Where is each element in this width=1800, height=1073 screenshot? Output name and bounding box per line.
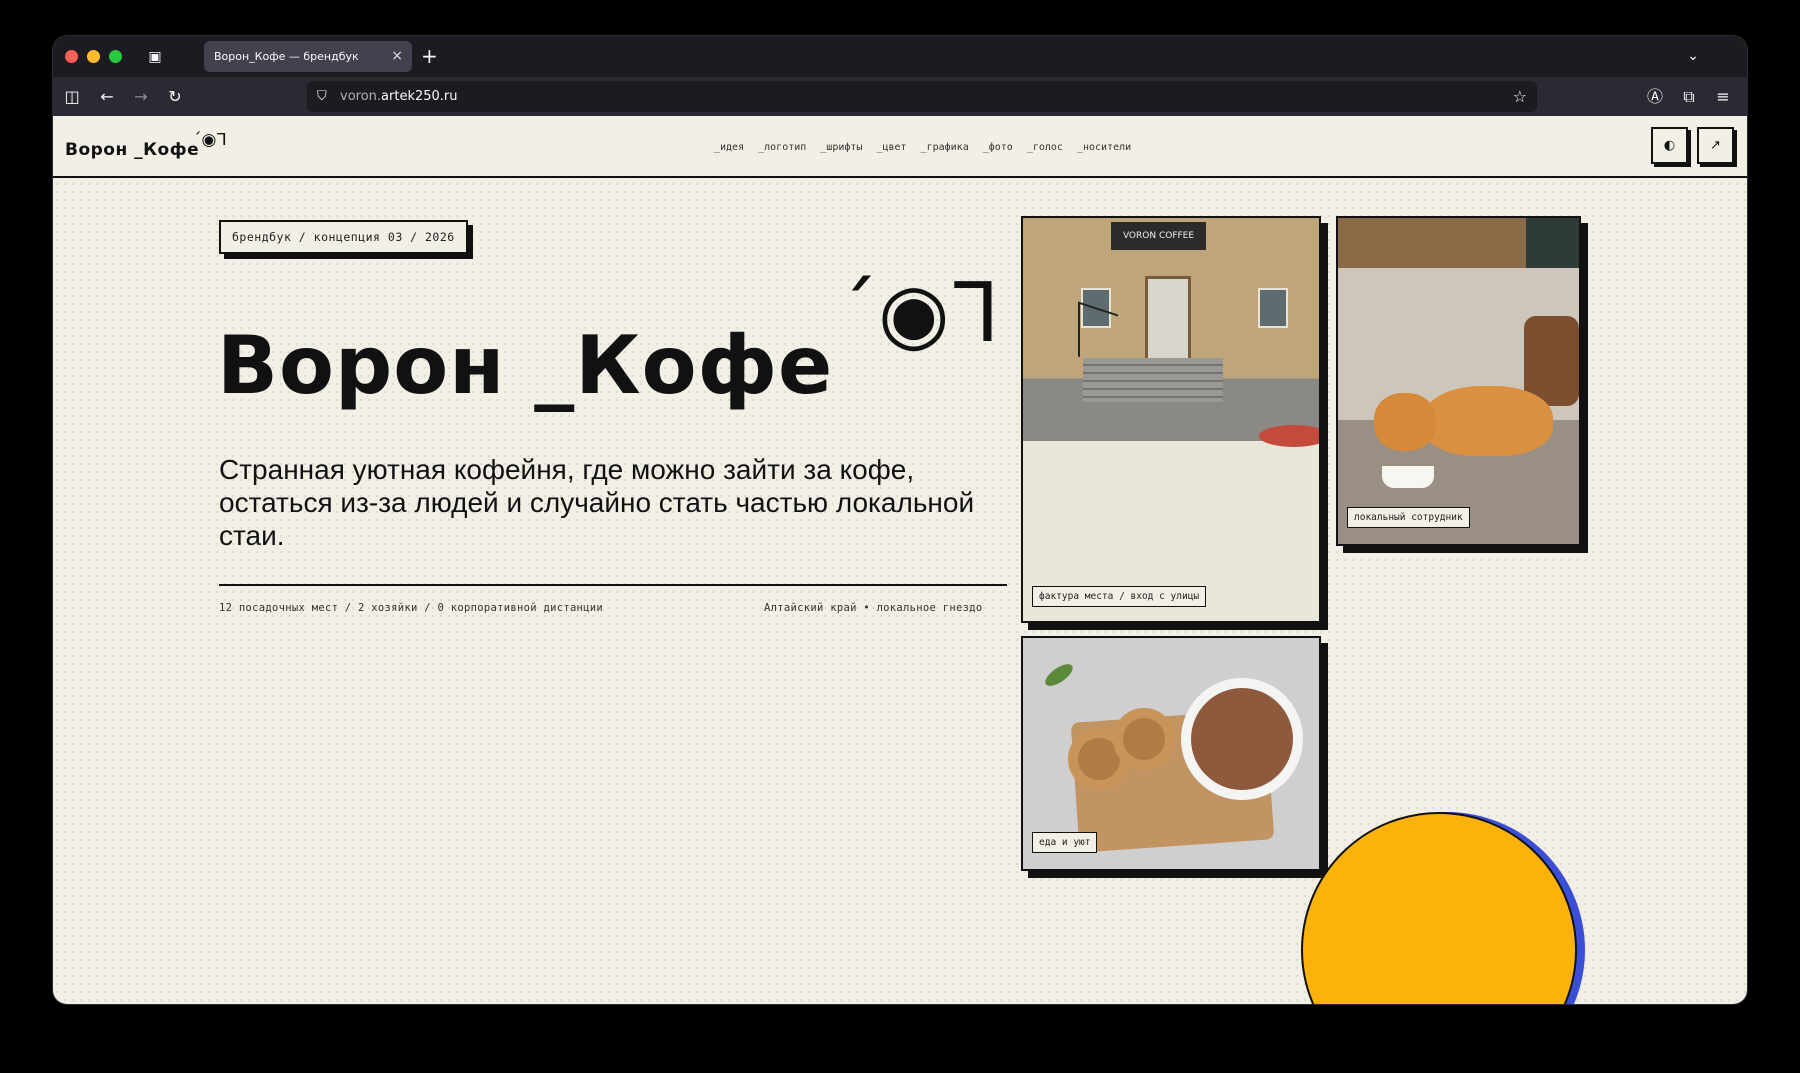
menu-item-photo[interactable]: _фото bbox=[983, 142, 1013, 153]
food-caption: еда и уют bbox=[1032, 832, 1098, 853]
close-window-button[interactable] bbox=[65, 50, 78, 63]
reload-icon[interactable]: ↻ bbox=[163, 85, 187, 109]
coffee-cup bbox=[1382, 466, 1434, 488]
sidebar-toggle-icon[interactable]: ◫ bbox=[60, 85, 84, 109]
logo-mark-icon: ´◉ᒣ bbox=[193, 130, 227, 150]
brandbook-tagline: брендбук / концепция 03 / 2026 bbox=[219, 220, 468, 254]
cafe-sign: VORON COFFEE bbox=[1111, 222, 1206, 250]
zoom-window-button[interactable] bbox=[109, 50, 122, 63]
window bbox=[1258, 288, 1288, 328]
hero-mark-icon: ´◉ᒣ bbox=[837, 266, 1000, 361]
entrance-photo: VORON COFFEE bbox=[1023, 218, 1319, 447]
menu-item-color[interactable]: _цвет bbox=[876, 142, 906, 153]
tab-title: Ворон_Кофе — брендбук bbox=[214, 50, 359, 63]
forward-icon[interactable]: → bbox=[129, 85, 153, 109]
menu-item-media[interactable]: _носители bbox=[1077, 142, 1131, 153]
shield-icon[interactable]: ⛉ bbox=[317, 86, 327, 107]
pastry bbox=[1113, 708, 1175, 770]
menu-item-fonts[interactable]: _шрифты bbox=[820, 142, 862, 153]
hot-chocolate bbox=[1191, 688, 1293, 790]
account-icon[interactable]: Ⓐ bbox=[1643, 85, 1667, 109]
cat-photo bbox=[1338, 218, 1579, 544]
back-icon[interactable]: ← bbox=[95, 85, 119, 109]
nav-bar: ◫ ← → ↻ ⛉ voron.artek250.ru ☆ Ⓐ ⧉ ≡ bbox=[53, 77, 1747, 116]
cat-photo-card: локальный сотрудник bbox=[1336, 216, 1581, 546]
browser-window: ▣ Ворон_Кофе — брендбук × + ⌄ ◫ ← → ↻ ⛉ … bbox=[53, 36, 1747, 1004]
food-photo-card: еда и уют bbox=[1021, 636, 1321, 871]
cat-head bbox=[1374, 393, 1436, 451]
site-menu: _идея _логотип _шрифты _цвет _графика _ф… bbox=[714, 142, 1131, 153]
site-logo[interactable]: Ворон _Кофе bbox=[65, 140, 199, 160]
tab-list-chevron-icon[interactable]: ⌄ bbox=[1687, 44, 1699, 68]
tab-active[interactable]: Ворон_Кофе — брендбук × bbox=[204, 41, 412, 72]
yellow-circle-graphic bbox=[1301, 812, 1577, 1004]
menu-item-logo[interactable]: _логотип bbox=[758, 142, 806, 153]
bookmark-star-icon[interactable]: ☆ bbox=[1513, 85, 1527, 108]
entrance-photo-card: VORON COFFEE фактура места / вход с улиц… bbox=[1021, 216, 1321, 623]
cat-body bbox=[1423, 386, 1553, 456]
hero-title: Ворон _Кофе bbox=[217, 319, 834, 412]
tab-overview-icon[interactable]: ▣ bbox=[145, 47, 165, 67]
stairs bbox=[1083, 358, 1223, 402]
extensions-icon[interactable]: ⧉ bbox=[1677, 85, 1701, 109]
menu-item-graphics[interactable]: _графика bbox=[921, 142, 969, 153]
divider bbox=[219, 584, 1007, 586]
url-text[interactable]: voron.artek250.ru bbox=[340, 81, 458, 112]
meta-facts: 12 посадочных мест / 2 хозяйки / 0 корпо… bbox=[219, 602, 604, 614]
site-header: Ворон _Кофе ´◉ᒣ _идея _логотип _шрифты _… bbox=[53, 116, 1747, 178]
meta-location: Алтайский край • локальное гнездо bbox=[764, 602, 983, 614]
new-tab-button[interactable]: + bbox=[421, 44, 438, 68]
menu-item-idea[interactable]: _идея bbox=[714, 142, 744, 153]
menu-icon[interactable]: ≡ bbox=[1711, 85, 1735, 109]
tab-close-icon[interactable]: × bbox=[391, 41, 403, 72]
minimize-window-button[interactable] bbox=[87, 50, 100, 63]
external-link-button[interactable]: ↗ bbox=[1697, 127, 1734, 164]
web-page: Ворон _Кофе ´◉ᒣ _идея _логотип _шрифты _… bbox=[53, 116, 1747, 1004]
cat-caption: локальный сотрудник bbox=[1347, 507, 1470, 528]
hero-description: Странная уютная кофейня, где можно зайти… bbox=[219, 454, 975, 551]
url-bar[interactable]: ⛉ voron.artek250.ru ☆ bbox=[307, 81, 1537, 112]
theme-toggle-button[interactable]: ◐ bbox=[1651, 127, 1688, 164]
entrance-caption: фактура места / вход с улицы bbox=[1032, 586, 1207, 607]
leaf bbox=[1041, 660, 1077, 690]
menu-item-voice[interactable]: _голос bbox=[1027, 142, 1063, 153]
red-object bbox=[1259, 425, 1319, 447]
cafe-door bbox=[1145, 276, 1191, 362]
tab-bar: ▣ Ворон_Кофе — брендбук × + ⌄ bbox=[53, 36, 1747, 77]
